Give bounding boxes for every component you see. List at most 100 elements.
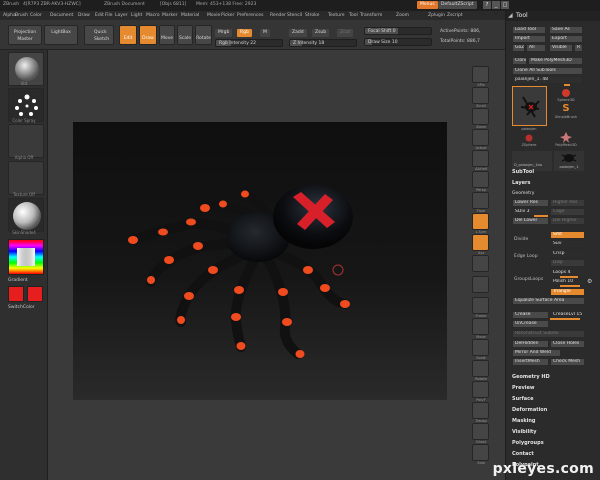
focal-shift-slider[interactable]: Focal Shift 0 [364, 27, 432, 35]
goz-button[interactable]: GoZ [512, 44, 525, 52]
shelf-transp-button[interactable] [472, 402, 489, 419]
menu-marker[interactable]: Marker [162, 13, 178, 18]
menu-material[interactable]: Material [181, 13, 199, 18]
cage-button[interactable]: Cage [550, 208, 585, 216]
simplebrush-icon[interactable]: S [559, 103, 573, 115]
z-intensity-slider[interactable]: Z Intensity 18 [289, 39, 357, 47]
polymesh3d-thumbnail[interactable] [559, 131, 573, 143]
shelf-persp-button[interactable] [472, 171, 489, 188]
shelf-spix-button[interactable] [472, 66, 489, 83]
menu-zscript[interactable]: Zscript [447, 13, 463, 18]
delhidden-button[interactable]: DelHidden [512, 340, 549, 348]
smt-toggle[interactable]: Smt [550, 231, 585, 239]
menu-edit[interactable]: Edit [95, 13, 104, 18]
draw-size-slider[interactable]: Draw Size 10 [364, 38, 432, 46]
menu-color[interactable]: Color [30, 13, 42, 18]
del-lower-button[interactable]: Del Lower [512, 217, 549, 225]
menu-alpha[interactable]: Alpha [3, 13, 16, 18]
default-zscript-button[interactable]: DefaultZScript [438, 1, 477, 9]
goz-visible-button[interactable]: Visible [549, 44, 573, 52]
clone-button[interactable]: Clone [512, 57, 527, 65]
shelf-blank-9-button[interactable] [472, 255, 489, 272]
menu-brush[interactable]: Brush [15, 13, 28, 18]
shelf-aahalf-button[interactable] [472, 150, 489, 167]
zsub-toggle[interactable]: Zsub [312, 29, 330, 37]
shelf-blank-10-button[interactable] [472, 276, 489, 293]
crisp-toggle[interactable]: Crisp [550, 250, 585, 258]
shelf-rotate-button[interactable] [472, 360, 489, 377]
polygroups-section[interactable]: Polygroups [512, 440, 544, 446]
visibility-section[interactable]: Visibility [512, 429, 537, 435]
layers-section[interactable]: Layers [512, 180, 531, 186]
shelf-actual-button[interactable] [472, 129, 489, 146]
export-button[interactable]: Export [549, 35, 583, 43]
color-picker[interactable] [8, 239, 44, 275]
suv-toggle[interactable]: Suv [550, 240, 585, 248]
menu-stroke[interactable]: Stroke [305, 13, 319, 18]
menu-file[interactable]: File [105, 13, 113, 18]
shelf-frame-button[interactable] [472, 297, 489, 314]
menu-tool[interactable]: Tool [349, 13, 358, 18]
shelf-polyf-button[interactable] [472, 381, 489, 398]
current-tool-name[interactable]: D_paianjen_1ba [512, 151, 552, 171]
contact-section[interactable]: Contact [512, 451, 534, 457]
menu-preferences[interactable]: Preferences [237, 13, 263, 18]
subtool-section[interactable]: SubTool [512, 169, 534, 175]
deformation-section[interactable]: Deformation [512, 407, 547, 413]
alpha-selector[interactable] [8, 124, 44, 158]
goz-all-button[interactable]: All [526, 44, 546, 52]
triangle-toggle[interactable]: Triangle [550, 288, 585, 296]
menu-texture[interactable]: Texture [328, 13, 344, 18]
material-selector[interactable] [8, 198, 44, 232]
document-canvas[interactable] [73, 122, 447, 400]
menu-draw[interactable]: Draw [78, 13, 90, 18]
draw-button[interactable]: Draw [139, 25, 157, 45]
rotate-button[interactable]: Rotate [195, 25, 212, 45]
clone-all-subtools-button[interactable]: Clone All SubTools [512, 67, 583, 75]
masking-section[interactable]: Masking [512, 418, 536, 424]
switch-color-button[interactable]: SwitchColor [8, 305, 35, 310]
quick-sketch-button[interactable]: Quick Sketch [84, 25, 114, 45]
equalize-surface-area-button[interactable]: Equalize Surface Area [512, 297, 585, 305]
menu-zoom[interactable]: Zoom [396, 13, 409, 18]
close-holes-button[interactable]: Close Holes [550, 340, 585, 348]
shelf-xyz-button[interactable] [472, 234, 489, 251]
help-icon[interactable]: ? [483, 1, 491, 9]
menu-picker[interactable]: Picker [221, 13, 234, 18]
stroke-selector[interactable] [8, 88, 44, 122]
shelf-floor-button[interactable] [472, 192, 489, 209]
tool-palette-header[interactable]: ◢ Tool [506, 11, 600, 21]
secondary-color-swatch[interactable] [27, 286, 43, 302]
shelf-ghost-button[interactable] [472, 423, 489, 440]
reconstruct-subdiv-button[interactable]: Reconstruct Subdiv [512, 330, 585, 338]
shelf-scale-button[interactable] [472, 339, 489, 356]
sphere3d-thumbnail[interactable] [559, 88, 573, 98]
menu-movie[interactable]: Movie [207, 13, 220, 18]
shelf-scroll-button[interactable] [472, 87, 489, 104]
texture-selector[interactable] [8, 161, 44, 195]
zcut-toggle[interactable]: Zcut [337, 29, 354, 37]
primary-color-swatch[interactable] [8, 286, 24, 302]
make-polymesh3d-button[interactable]: Make PolyMesh3D [528, 57, 583, 65]
current-tool-thumbnail[interactable] [512, 86, 547, 126]
divide-button[interactable]: Divide [514, 237, 528, 242]
menu-zplugin[interactable]: Zplugin [428, 13, 445, 18]
uncrease-button[interactable]: UnCrease [512, 320, 549, 328]
rgb-intensity-slider[interactable]: Rgb Intensity 22 [215, 39, 283, 47]
tool-slider[interactable]: paianjen_1. 48 [512, 76, 583, 84]
menu-light[interactable]: Light [131, 13, 142, 18]
edge-loop-button[interactable]: Edge Loop [514, 254, 538, 259]
shelf-move-button[interactable] [472, 318, 489, 335]
maximize-icon[interactable]: □ [501, 1, 509, 9]
scale-button[interactable]: Scale [177, 25, 193, 45]
mirror-and-weld-button[interactable]: Mirror And Weld [512, 349, 561, 357]
zsphere-thumbnail[interactable] [523, 133, 535, 143]
move-button[interactable]: Move [159, 25, 175, 45]
shelf-lsym-button[interactable] [472, 213, 489, 230]
preview-section[interactable]: Preview [512, 385, 535, 391]
save-as-button[interactable]: Save As [549, 26, 583, 34]
edit-button[interactable]: Edit [119, 25, 137, 45]
menu-macro[interactable]: Macro [146, 13, 160, 18]
lower-res-button[interactable]: Lower Res [512, 199, 549, 207]
shelf-zoom-button[interactable] [472, 108, 489, 125]
